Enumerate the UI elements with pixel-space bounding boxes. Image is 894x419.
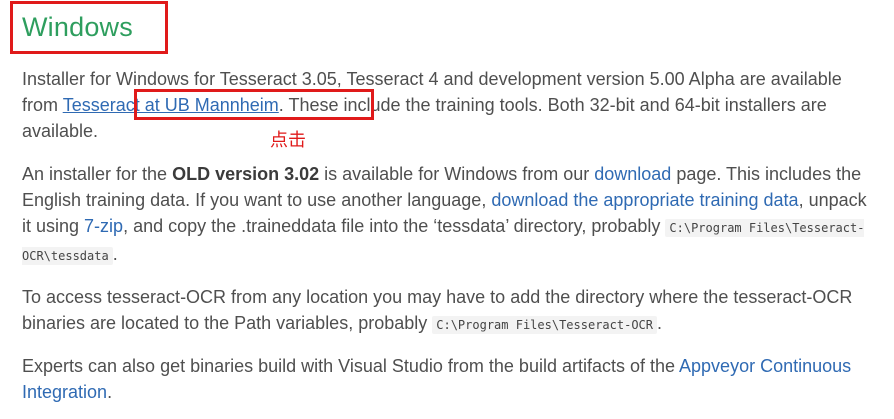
paragraph-text: . (107, 382, 113, 402)
click-annotation-label: 点击 (270, 130, 306, 151)
link-highlight-box (134, 89, 374, 120)
download-link[interactable]: download (594, 164, 671, 184)
paragraph-text: is available for Windows from our (319, 164, 595, 184)
training-data-link[interactable]: download the appropriate training data (491, 190, 798, 210)
paragraph-text: . (112, 244, 118, 264)
install-path-code: C:\Program Files\Tesseract-OCR (432, 316, 657, 334)
paragraph-text: , and copy the .traineddata file into th… (123, 216, 666, 236)
paragraph-old-version: An installer for the OLD version 3.02 is… (22, 161, 872, 269)
paragraph-text: An installer for the (22, 164, 173, 184)
7zip-link[interactable]: 7-zip (84, 216, 123, 236)
old-version-bold: OLD version 3.02 (172, 164, 320, 184)
paragraph-experts: Experts can also get binaries build with… (22, 353, 872, 405)
paragraph-text: . (657, 313, 663, 333)
paragraph-text: Experts can also get binaries build with… (22, 356, 680, 376)
heading-highlight-box (10, 1, 168, 54)
paragraph-path-variable: To access tesseract-OCR from any locatio… (22, 284, 872, 338)
